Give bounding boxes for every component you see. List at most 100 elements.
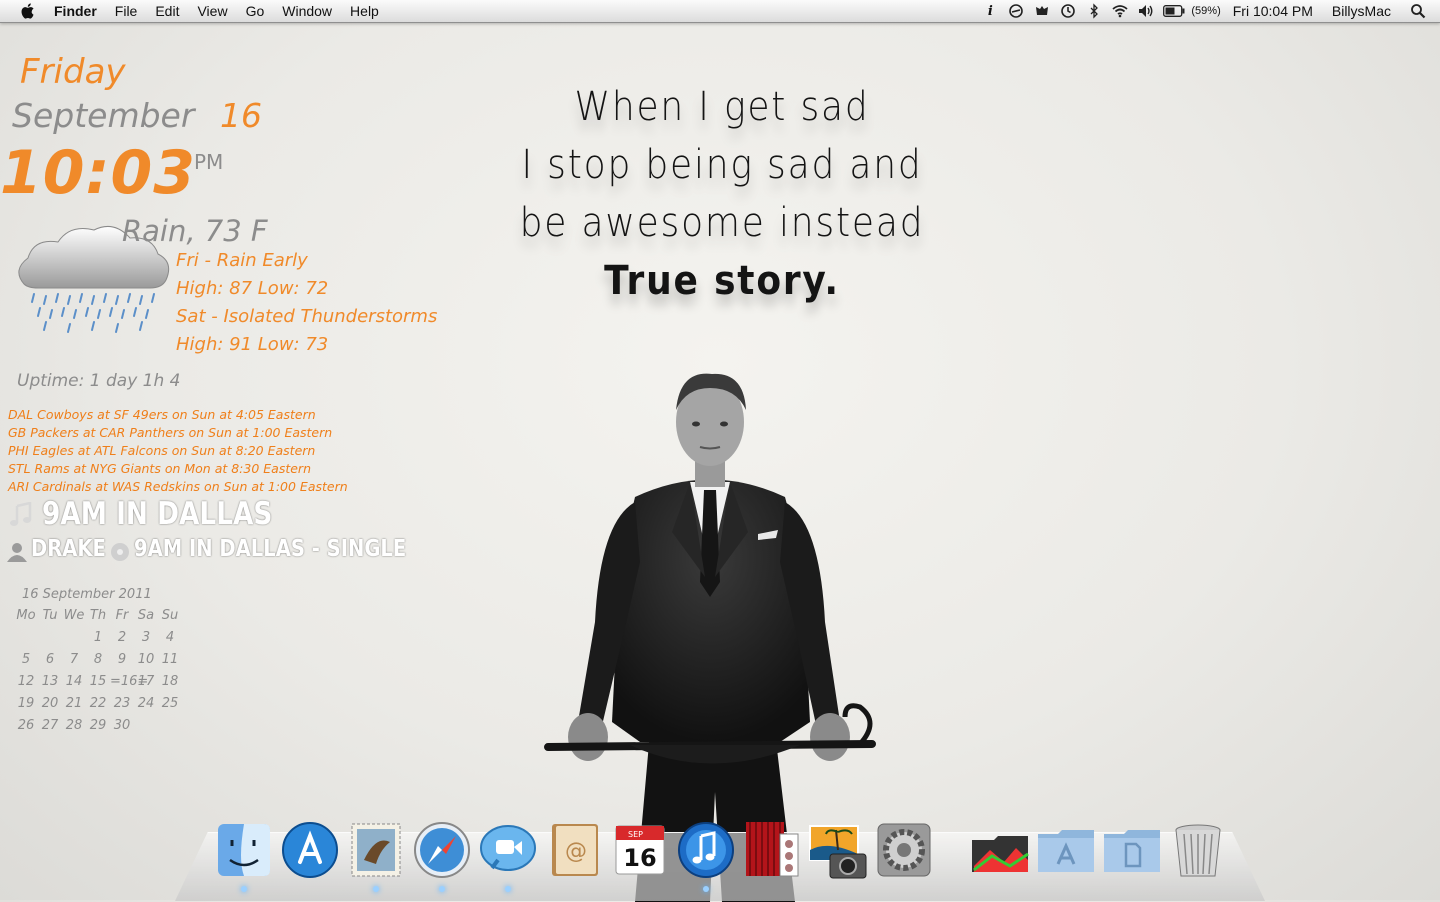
dock-app-store[interactable]	[280, 820, 340, 882]
weekday-label: Fr	[115, 608, 129, 623]
ical-day: 16	[623, 844, 656, 872]
menu-window[interactable]: Window	[273, 0, 341, 22]
documents-folder-icon	[1104, 830, 1160, 872]
menu-app-finder[interactable]: Finder	[48, 0, 106, 22]
menu-help[interactable]: Help	[341, 0, 388, 22]
menubar-user[interactable]: BillysMac	[1320, 0, 1398, 22]
volume-icon[interactable]	[1136, 0, 1156, 22]
dock-facetime[interactable]	[478, 820, 538, 892]
game-item: DAL Cowboys at SF 49ers on Sun at 4:05 E…	[8, 407, 316, 422]
calendar-day: 15	[89, 674, 107, 689]
menubar-clock[interactable]: Fri 10:04 PM	[1226, 0, 1320, 22]
bluetooth-icon[interactable]	[1084, 0, 1104, 22]
dock-system-preferences[interactable]	[874, 820, 934, 882]
address-book-icon: @	[552, 824, 598, 876]
mail-stamp-icon	[351, 823, 401, 877]
dock-trash[interactable]	[1168, 820, 1228, 882]
calendar-day: 19	[17, 696, 35, 711]
calendar-day: 18	[161, 674, 179, 689]
calendar-day: 28	[65, 718, 83, 733]
battery-percent: (59%)	[1191, 5, 1221, 17]
dock-itunes[interactable]	[676, 820, 736, 892]
album-disc-icon	[111, 543, 129, 561]
wifi-icon[interactable]	[1110, 0, 1130, 22]
facetime-icon	[480, 825, 536, 871]
dock-iphoto[interactable]	[808, 820, 868, 882]
info-icon[interactable]: i	[980, 0, 1000, 22]
menu-view[interactable]: View	[188, 0, 236, 22]
clock-date: 16	[220, 96, 262, 135]
running-indicator	[505, 886, 511, 892]
calendar-widget: 16 September 2011 Mo Tu We Th Fr Sa Su 1…	[14, 584, 182, 737]
game-item: PHI Eagles at ATL Falcons on Sun at 8:20…	[8, 443, 316, 458]
app-store-icon	[282, 822, 338, 878]
photo-booth-icon	[746, 822, 799, 877]
dock-photo-booth[interactable]	[742, 820, 802, 882]
menu-file[interactable]: File	[106, 0, 147, 22]
spotlight-icon[interactable]	[1408, 0, 1428, 22]
calendar-day: 26	[17, 718, 35, 733]
quote-line-2: I stop being sad and	[521, 142, 923, 188]
dock-downloads-stack[interactable]	[970, 820, 1030, 882]
apple-menu-icon[interactable]	[18, 2, 36, 20]
sync-icon[interactable]	[1006, 0, 1026, 22]
menu-go[interactable]: Go	[237, 0, 274, 22]
nfl-schedule: DAL Cowboys at SF 49ers on Sun at 4:05 E…	[8, 406, 348, 496]
now-playing-artist: DRAKE	[31, 536, 106, 562]
dock-applications-folder[interactable]	[1036, 820, 1096, 882]
time-machine-icon[interactable]	[1058, 0, 1078, 22]
clock-day: Friday	[20, 52, 126, 92]
dock-documents-folder[interactable]	[1102, 820, 1162, 882]
uptime-text: Uptime: 1 day 1h 4	[17, 371, 181, 391]
dock-address-book[interactable]: @	[544, 820, 604, 882]
calendar-day: 21	[65, 696, 83, 711]
dock-finder[interactable]	[214, 820, 274, 892]
calendar-day: 30	[113, 718, 131, 733]
dock-mail[interactable]	[346, 820, 406, 892]
forecast-day-2-label: Sat - Isolated Thunderstorms	[176, 306, 438, 327]
now-playing-track: 9AM IN DALLAS	[42, 496, 273, 532]
growl-icon[interactable]	[1032, 0, 1052, 22]
clock-time: 10:03	[0, 138, 196, 208]
svg-text:@: @	[565, 839, 587, 864]
calendar-day: 23	[113, 696, 131, 711]
iphoto-icon	[809, 825, 867, 879]
weekday-label: Tu	[42, 608, 58, 623]
calendar-day: 27	[41, 718, 59, 733]
calendar-week: 19 20 21 22 23 24 25	[14, 693, 182, 715]
calendar-day: 2	[117, 630, 127, 645]
clock-ampm: PM	[194, 150, 224, 174]
battery-icon[interactable]	[1162, 0, 1186, 22]
calendar-day: 1	[93, 630, 103, 645]
calendar-day	[62, 627, 86, 649]
now-playing-album: 9AM IN DALLAS - SINGLE	[134, 536, 407, 562]
calendar-day: 12	[17, 674, 35, 689]
finder-icon	[218, 824, 270, 876]
menu-edit[interactable]: Edit	[146, 0, 188, 22]
downloads-stack-icon	[972, 836, 1029, 872]
calendar-day: 11	[161, 652, 179, 667]
game-item: GB Packers at CAR Panthers on Sun at 1:0…	[8, 425, 333, 440]
calendar-week: 12 13 14 15 =16= 17 18	[14, 671, 182, 693]
weekday-label: Mo	[16, 608, 36, 623]
calendar-day: 8	[93, 652, 103, 667]
calendar-day-today: =16=	[110, 674, 149, 689]
quote-line-3: be awesome instead	[519, 200, 925, 246]
calendar-day: 10	[137, 652, 155, 667]
forecast-day-2-temps: High: 91 Low: 73	[176, 334, 329, 355]
weekday-label: Th	[89, 608, 107, 623]
running-indicator	[703, 886, 709, 892]
running-indicator	[439, 886, 445, 892]
calendar-day: 17	[137, 674, 155, 689]
calendar-day	[14, 627, 38, 649]
dock-safari[interactable]	[412, 820, 472, 892]
calendar-day	[38, 627, 62, 649]
trash-icon	[1175, 824, 1221, 877]
calendar-day: 13	[41, 674, 59, 689]
dock-ical[interactable]: SEP 16	[610, 820, 670, 882]
calendar-day: 14	[65, 674, 83, 689]
wallpaper-quote: When I get sad I stop being sad and be a…	[420, 78, 1024, 310]
menu-bar: Finder File Edit View Go Window Help i (…	[0, 0, 1440, 23]
running-indicator	[373, 886, 379, 892]
safari-compass-icon	[414, 822, 470, 878]
